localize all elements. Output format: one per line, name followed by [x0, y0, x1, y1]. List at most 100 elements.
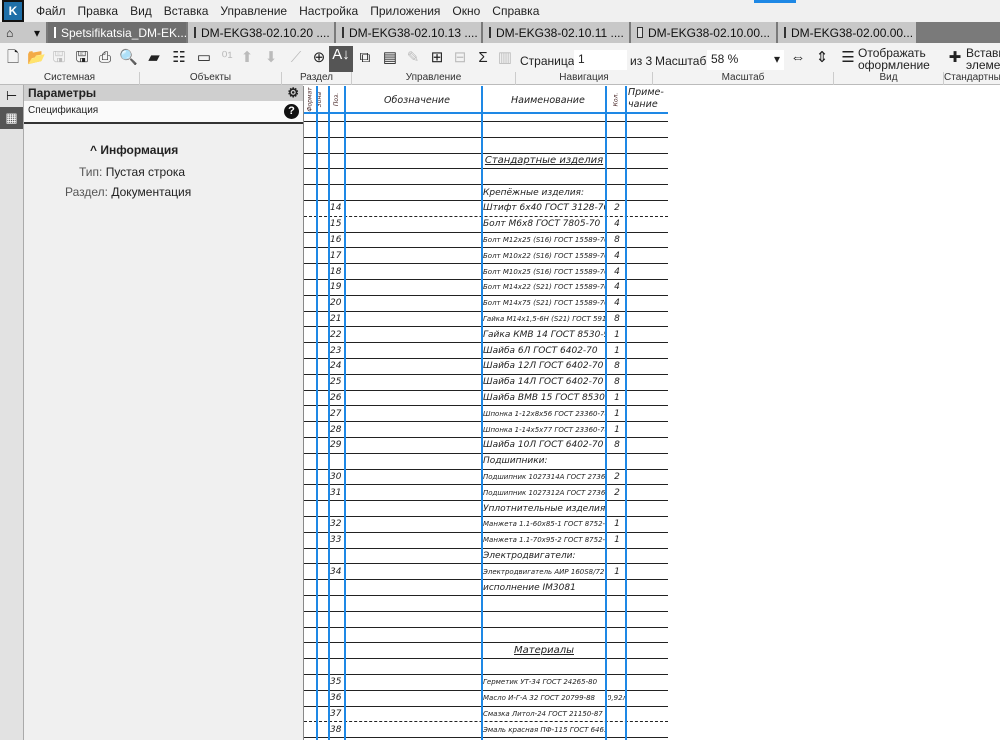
menu-4[interactable]: Управление: [220, 4, 287, 18]
fit-height-icon[interactable]: ⇕: [813, 49, 831, 67]
table-row[interactable]: 28 Шпонка 1-14х5х77 ГОСТ 23360-78 1: [304, 422, 668, 438]
menu-2[interactable]: Вид: [130, 4, 152, 18]
save-icon[interactable]: 🖫: [50, 49, 68, 67]
home-tab[interactable]: ⌂ ▾: [0, 22, 48, 43]
left-toolstrip: ⊢ ▦: [0, 85, 23, 740]
table-row[interactable]: 38 Эмаль красная ПФ-115 ГОСТ 6465-76: [304, 722, 668, 739]
page-input[interactable]: 1: [574, 50, 627, 70]
table-row[interactable]: 22 Гайка КМВ 14 ГОСТ 8530-90 1: [304, 327, 668, 344]
table-row[interactable]: 25 Шайба 14Л ГОСТ 6402-70 8: [304, 375, 668, 391]
scale-select[interactable]: 58 % ▾: [707, 50, 784, 70]
info-section-toggle[interactable]: ^ Информация: [90, 143, 178, 157]
numbering-icon[interactable]: ⊟: [451, 49, 469, 67]
table-row[interactable]: [304, 122, 668, 138]
insert-element-button[interactable]: Вставиэлемен: [966, 47, 1000, 71]
pos-cell: 17: [330, 250, 342, 261]
table-row[interactable]: 32 Манжета 1.1-60х85-1 ГОСТ 8752-79 1: [304, 517, 668, 533]
preview-icon[interactable]: 🔍: [119, 49, 138, 67]
table-row[interactable]: 34 Электродвигатель АИР 160S8/727 1: [304, 564, 668, 581]
pos-cell: 34: [330, 566, 342, 577]
new-document-icon[interactable]: 🗋: [4, 49, 22, 67]
specification-table[interactable]: Формат Зона Поз. Обозначение Наименовани…: [303, 86, 668, 740]
menu-3[interactable]: Вставка: [164, 4, 209, 18]
table-row[interactable]: 27 Шпонка 1-12х8х56 ГОСТ 23360-78 1: [304, 406, 668, 423]
section-icon[interactable]: ⊕: [310, 49, 328, 67]
table-row[interactable]: [304, 612, 668, 628]
properties-icon[interactable]: ▤: [381, 49, 399, 67]
table-row[interactable]: 31 Подшипник 1027312А ГОСТ 27365-87 2: [304, 485, 668, 502]
open-folder-icon[interactable]: 📂: [27, 49, 46, 67]
renumber-icon[interactable]: ⁰¹: [218, 49, 236, 67]
table-row[interactable]: 20 Болт М14х75 (S21) ГОСТ 15589-70 4: [304, 296, 668, 312]
table-row[interactable]: 29 Шайба 10Л ГОСТ 6402-70 8: [304, 438, 668, 454]
table-row[interactable]: [304, 114, 668, 122]
table-row[interactable]: 35 Герметик УТ-34 ГОСТ 24265-80: [304, 675, 668, 691]
table-row[interactable]: Подшипники:: [304, 454, 668, 470]
table-row[interactable]: 15 Болт М6х8 ГОСТ 7805-70 4: [304, 217, 668, 233]
fit-width-icon[interactable]: ⇔: [789, 49, 807, 67]
tab-document[interactable]: DM-EKG38-02.00.00...: [778, 22, 918, 43]
qty-cell: 1: [614, 424, 620, 435]
tab-document[interactable]: Spetsifikatsia_DM-EK...✕: [48, 22, 197, 43]
table-row[interactable]: исполнение IM3081: [304, 580, 668, 596]
table-row[interactable]: 33 Манжета 1.1-70х95-2 ГОСТ 8752-79 1: [304, 533, 668, 549]
qty-cell: 8: [614, 313, 620, 324]
add-object-icon[interactable]: ▰: [145, 49, 163, 67]
tab-document[interactable]: DM-EKG38-02.10.11 ....: [483, 22, 631, 43]
table-row[interactable]: 16 Болт М12х25 (S16) ГОСТ 15589-70 8: [304, 233, 668, 249]
table-row[interactable]: Уплотнительные изделия:: [304, 501, 668, 517]
move-up-icon[interactable]: ⬆: [238, 49, 256, 67]
insert-element-icon[interactable]: ✚: [946, 49, 964, 67]
table-row[interactable]: 19 Болт М14х22 (S21) ГОСТ 15589-70 4: [304, 280, 668, 296]
table-row[interactable]: [304, 659, 668, 675]
table-row[interactable]: [304, 596, 668, 612]
tab-document[interactable]: DM-EKG38-02.10.13 ....: [336, 22, 483, 43]
tab-document[interactable]: DM-EKG38-02.10.00...: [631, 22, 778, 43]
column-icon[interactable]: ▥: [496, 49, 514, 67]
table-row[interactable]: [304, 169, 668, 186]
table-row[interactable]: 18 Болт М10х25 (S16) ГОСТ 15589-70 4: [304, 264, 668, 280]
print-icon[interactable]: ⎙: [96, 49, 114, 67]
menu-5[interactable]: Настройка: [299, 4, 358, 18]
tree-icon[interactable]: ⊢: [0, 85, 23, 107]
table-row[interactable]: 36 Масло И-Г-А 32 ГОСТ 20799-88 0,92л: [304, 691, 668, 707]
insert-button-line2: элемен: [966, 58, 1000, 72]
edit-icon[interactable]: ✎: [404, 49, 422, 67]
table-row[interactable]: Стандартные изделия: [304, 154, 668, 170]
sort-icon[interactable]: A↓: [329, 46, 353, 72]
table-row[interactable]: 26 Шайба ВМВ 15 ГОСТ 8530-90 1: [304, 391, 668, 407]
menu-7[interactable]: Окно: [452, 4, 480, 18]
menu-0[interactable]: Файл: [36, 4, 66, 18]
table-row[interactable]: 24 Шайба 12Л ГОСТ 6402-70 8: [304, 359, 668, 375]
help-icon[interactable]: ?: [284, 104, 299, 119]
add-row-icon[interactable]: ▭: [195, 49, 213, 67]
parameters-icon[interactable]: ▦: [0, 107, 23, 129]
table-row[interactable]: Материалы: [304, 643, 668, 660]
save-as-icon[interactable]: 🖫: [73, 49, 91, 67]
add-section-icon[interactable]: ☷: [170, 49, 188, 67]
table-row[interactable]: [304, 628, 668, 644]
table-icon[interactable]: ⊞: [428, 49, 446, 67]
group-control: Управление: [352, 72, 516, 85]
chevron-down-icon[interactable]: ▾: [34, 26, 40, 40]
table-row[interactable]: 21 Гайка М14х1,5-6Н (S21) ГОСТ 5916-70 8: [304, 312, 668, 328]
table-row[interactable]: 17 Болт М10х22 (S16) ГОСТ 15589-70 4: [304, 248, 668, 265]
table-row[interactable]: 37 Смазка Литол-24 ГОСТ 21150-87: [304, 707, 668, 723]
menu-6[interactable]: Приложения: [370, 4, 440, 18]
copy-icon[interactable]: ⧉: [356, 49, 374, 67]
table-row[interactable]: Электродвигатели:: [304, 549, 668, 565]
menu-8[interactable]: Справка: [492, 4, 539, 18]
menu-1[interactable]: Правка: [78, 4, 119, 18]
display-layout-icon[interactable]: ☰: [839, 49, 857, 67]
sum-icon[interactable]: Σ: [474, 49, 492, 67]
table-row[interactable]: Крепёжные изделия:: [304, 185, 668, 201]
move-down-icon[interactable]: ⬇: [262, 49, 280, 67]
display-layout-button[interactable]: Отображать оформление: [858, 47, 930, 71]
table-row[interactable]: [304, 138, 668, 154]
table-row[interactable]: 14 Штифт 6х40 ГОСТ 3128-70 2: [304, 201, 668, 217]
tab-document[interactable]: DM-EKG38-02.10.20 ....: [188, 22, 336, 43]
gear-icon[interactable]: ⚙: [287, 85, 299, 101]
leader-icon[interactable]: ⟋: [287, 49, 305, 67]
table-row[interactable]: 23 Шайба 6Л ГОСТ 6402-70 1: [304, 343, 668, 359]
table-row[interactable]: 30 Подшипник 1027314А ГОСТ 27365-87 2: [304, 470, 668, 486]
